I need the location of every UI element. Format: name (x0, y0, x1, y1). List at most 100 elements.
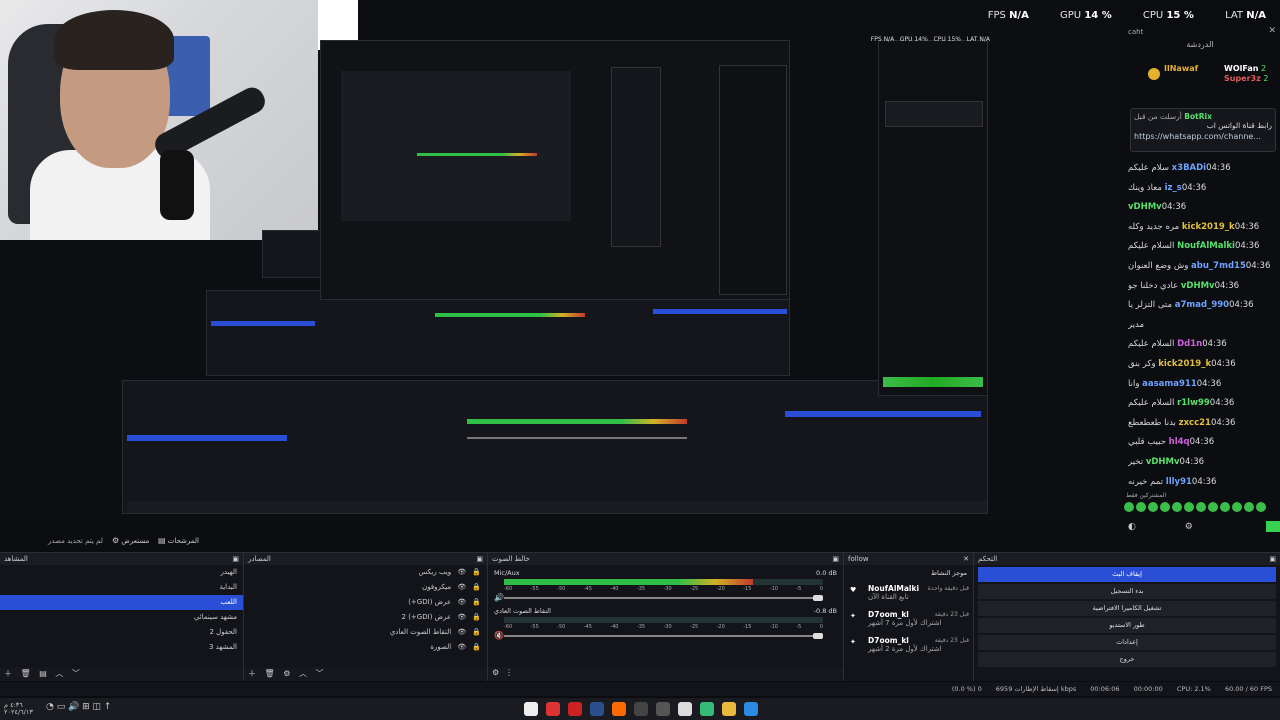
tray-icons[interactable]: ◔ ▭ 🔊 ⊞ ◫ ↑ (46, 702, 111, 712)
source-item[interactable]: 🔒 👁 الصورة (244, 640, 487, 655)
mic-volume-slider[interactable] (504, 595, 823, 601)
clock[interactable]: ٤:٣٦ م ٢٠٢٤/٦/١٣ (4, 702, 33, 716)
source-label: ميكروفون (422, 583, 452, 591)
message-user[interactable]: Dd1n (1177, 339, 1202, 349)
eye-icon[interactable]: 👁 (457, 568, 466, 576)
move-up-button[interactable]: ︿ (55, 669, 63, 678)
message-user[interactable]: vDHMv (1181, 281, 1215, 291)
eye-icon[interactable]: 👁 (457, 643, 466, 651)
message-user[interactable]: aasama911 (1142, 379, 1197, 389)
chat-tab[interactable]: caht (1128, 28, 1143, 36)
meter-tick: -10 (769, 624, 778, 630)
message-text: سلام عليكم (1128, 163, 1169, 173)
control-button[interactable]: إعدادات (978, 635, 1276, 650)
activity-item[interactable]: ♥ NoufAlMalki تابع القناة الآن قبل دقيقة وا… (844, 581, 973, 607)
close-icon[interactable]: ✕ (963, 555, 969, 563)
scene-item[interactable]: المشهد 3 (0, 640, 243, 655)
source-item[interactable]: 🔒 👁 عرض (GDI+) 2 (244, 610, 487, 625)
message-user[interactable]: hl4q (1169, 437, 1190, 447)
desktop-volume-slider[interactable] (504, 633, 823, 639)
mixer-footer: ⚙ ⋮ (488, 667, 843, 681)
activity-item[interactable]: ✦ D7oom_kl اشتراك لأول مرة 7 أشهر قبل 23 دق… (844, 607, 973, 633)
control-button[interactable]: تشغيل الكاميرا الافتراضية (978, 601, 1276, 616)
mixer-settings-icon[interactable]: ⚙ (492, 668, 499, 677)
remove-scene-button[interactable]: 🗑 (21, 669, 31, 678)
add-scene-button[interactable]: ＋ (4, 669, 12, 678)
message-user[interactable]: r1lw99 (1177, 398, 1210, 408)
app-icon[interactable] (546, 702, 560, 716)
message-user[interactable]: llly91 (1166, 477, 1192, 487)
meter-tick: -55 (530, 624, 539, 630)
panel-menu-icon[interactable]: ▣ (1269, 555, 1276, 563)
lock-icon[interactable]: 🔒 (472, 583, 481, 591)
message-user[interactable]: zxcc21 (1179, 418, 1211, 428)
eye-icon[interactable]: 👁 (457, 598, 466, 606)
calendar-icon[interactable] (678, 702, 692, 716)
scene-filter-button[interactable]: ▤ (39, 669, 47, 678)
mic-ticks: -60 -55 -50 -45 -40 -35 -30 -25 -20 -15 -10 -5 0 (504, 586, 823, 592)
user-icon[interactable]: ◐ (1128, 522, 1136, 532)
control-button[interactable]: خروج (978, 652, 1276, 667)
mixer-menu-icon[interactable]: ⋮ (505, 668, 513, 677)
source-item[interactable]: 🔒 👁 ميكروفون (244, 580, 487, 595)
message-user[interactable]: kick2019_k (1182, 222, 1235, 232)
scene-item[interactable]: مشهد سينمائي (0, 610, 243, 625)
message-user[interactable]: iz_s (1165, 183, 1182, 193)
emote-bar[interactable] (1124, 502, 1276, 516)
message-user[interactable]: NoufAlMalki (1177, 241, 1235, 251)
message-user[interactable]: kick2019_k (1158, 359, 1211, 369)
scene-item[interactable]: اللعب (0, 595, 243, 610)
lock-icon[interactable]: 🔒 (472, 598, 481, 606)
scene-item[interactable]: البداية (0, 580, 243, 595)
control-button[interactable]: إيقاف البث (978, 567, 1276, 582)
lock-icon[interactable]: 🔒 (472, 613, 481, 621)
activity-item[interactable]: ✦ D7oom_kl اشتراك لأول مرة 2 أشهر قبل 23 دق… (844, 633, 973, 659)
move-down-button[interactable]: ﹀ (72, 669, 80, 678)
move-up-button[interactable]: ︿ (299, 669, 307, 678)
move-down-button[interactable]: ﹀ (316, 669, 324, 678)
remove-source-button[interactable]: 🗑 (265, 669, 275, 678)
app-icon-3[interactable] (656, 702, 670, 716)
app-icon-2[interactable] (568, 702, 582, 716)
scene-item[interactable]: الهيدر (0, 565, 243, 580)
windows-icon[interactable] (744, 702, 758, 716)
source-item[interactable]: 🔒 👁 عرض (GDI+) (244, 595, 487, 610)
source-item[interactable]: 🔒 👁 ويب ريكس (244, 565, 487, 580)
steam-icon[interactable] (590, 702, 604, 716)
lock-icon[interactable]: 🔒 (472, 628, 481, 636)
eye-icon[interactable]: 👁 (457, 613, 466, 621)
message-user[interactable]: abu_7md15 (1191, 261, 1246, 271)
chrome-icon[interactable] (700, 702, 714, 716)
lock-icon[interactable]: 🔒 (472, 568, 481, 576)
properties-button[interactable]: ⚙ مستعرض (112, 536, 149, 545)
add-source-button[interactable]: ＋ (248, 669, 256, 678)
settings-icon[interactable]: ⚙ (1185, 522, 1193, 532)
close-icon[interactable]: ✕ (1268, 26, 1276, 36)
scenes-title: المشاهد (4, 555, 28, 563)
folder-icon[interactable] (722, 702, 736, 716)
muted-speaker-icon[interactable]: 🔇 (494, 631, 504, 640)
panel-menu-icon[interactable]: ▣ (476, 555, 483, 563)
message-user[interactable]: x3BADi (1172, 163, 1206, 173)
lock-icon[interactable]: 🔒 (472, 643, 481, 651)
meter-tick: -40 (610, 586, 619, 592)
source-item[interactable]: 🔒 👁 التقاط الصوت العادي (244, 625, 487, 640)
speaker-icon[interactable]: 🔊 (494, 593, 504, 602)
pinned-message[interactable]: أرسلت من قبل BotRix رابط قناة الواتس اب … (1130, 108, 1276, 152)
eye-icon[interactable]: 👁 (457, 583, 466, 591)
panel-menu-icon[interactable]: ▣ (832, 555, 839, 563)
message-user[interactable]: vDHMv (1128, 202, 1162, 212)
kick-icon[interactable] (524, 702, 538, 716)
eye-icon[interactable]: 👁 (457, 628, 466, 636)
control-button[interactable]: بدء التسجيل (978, 584, 1276, 599)
source-settings-button[interactable]: ⚙ (283, 669, 290, 678)
message-user[interactable]: a7mad_990 (1175, 300, 1229, 310)
scene-item[interactable]: الحقول 2 (0, 625, 243, 640)
filters-button[interactable]: ▤ المرشحات (158, 536, 199, 545)
obs-icon[interactable] (634, 702, 648, 716)
panel-menu-icon[interactable]: ▣ (232, 555, 239, 563)
control-button[interactable]: طور الاستديو (978, 618, 1276, 633)
whatsapp-link[interactable]: https://whatsapp.com/channe... (1134, 132, 1272, 141)
brave-icon[interactable] (612, 702, 626, 716)
message-user[interactable]: vDHMv (1146, 457, 1180, 467)
